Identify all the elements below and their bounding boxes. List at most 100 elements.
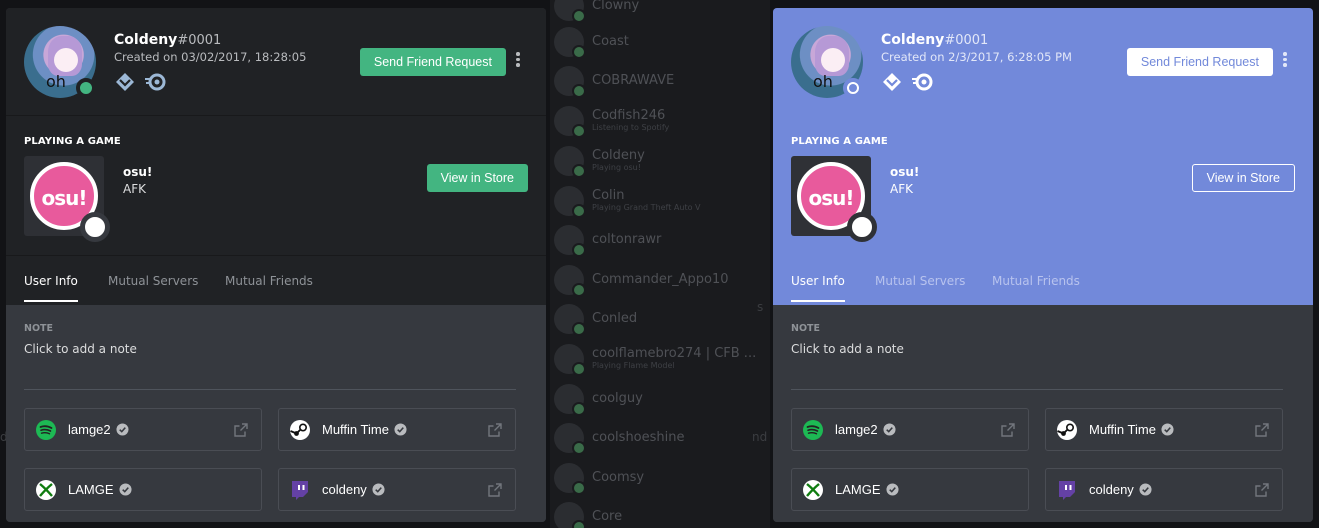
member-item: coolflamebro274 | CFB ... Playing Flame M… xyxy=(550,339,770,379)
connection-name: Muffin Time xyxy=(322,422,389,437)
avatar xyxy=(554,106,586,138)
member-name: coltonrawr xyxy=(592,231,662,247)
divider xyxy=(791,389,1283,390)
username: Coldeny#0001 xyxy=(881,32,988,48)
external-link-icon[interactable] xyxy=(1001,423,1015,437)
member-name: Codfish246 xyxy=(592,108,666,124)
tab-mutual-friends[interactable]: Mutual Friends xyxy=(992,274,1080,300)
profile-body: NOTE Click to add a note lamge2 Muffin T… xyxy=(773,305,1313,522)
game-state: AFK xyxy=(890,182,913,196)
avatar xyxy=(554,265,586,297)
external-link-icon[interactable] xyxy=(1255,423,1269,437)
spotify-icon xyxy=(802,419,824,441)
profile-top-section: oh Coldeny#0001 Created on 2/3/2017, 6:2… xyxy=(773,8,1313,116)
external-link-icon[interactable] xyxy=(488,423,502,437)
avatar xyxy=(554,304,586,336)
nitro-badge-icon[interactable] xyxy=(911,71,933,93)
member-activity: Playing Flame Model xyxy=(592,360,675,370)
more-options-icon[interactable] xyxy=(510,52,526,72)
discriminator: #0001 xyxy=(177,33,222,48)
tab-mutual-friends[interactable]: Mutual Friends xyxy=(225,274,313,300)
verified-check-icon xyxy=(1139,483,1152,496)
external-link-icon[interactable] xyxy=(234,423,248,437)
view-in-store-button[interactable]: View in Store xyxy=(426,164,528,192)
hypesquad-badge-icon[interactable] xyxy=(114,71,136,93)
tab-mutual-servers[interactable]: Mutual Servers xyxy=(875,274,965,300)
profile-tab-bar: User Info Mutual Servers Mutual Friends xyxy=(773,256,1313,305)
account-created-date: Created on 03/02/2017, 18:28:05 xyxy=(114,50,307,64)
member-name: Colin xyxy=(592,188,625,204)
connection-steam[interactable]: Muffin Time xyxy=(278,408,516,451)
connection-twitch[interactable]: coldeny xyxy=(1045,468,1283,511)
username: Coldeny#0001 xyxy=(114,32,221,48)
account-created-date: Created on 2/3/2017, 6:28:05 PM xyxy=(881,50,1072,64)
connection-name: lamge2 xyxy=(835,422,878,437)
tab-user-info[interactable]: User Info xyxy=(24,274,78,302)
divider xyxy=(24,389,516,390)
tab-mutual-servers[interactable]: Mutual Servers xyxy=(108,274,198,300)
status-indicator xyxy=(843,78,863,98)
more-options-icon[interactable] xyxy=(1277,52,1293,72)
username-text: Coldeny xyxy=(114,32,178,48)
member-name: Clowny xyxy=(592,0,640,13)
member-item: COBRAWAVE xyxy=(550,61,770,101)
note-label: NOTE xyxy=(24,323,53,334)
nitro-badge-icon[interactable] xyxy=(144,71,166,93)
avatar xyxy=(554,27,586,59)
send-friend-request-button[interactable]: Send Friend Request xyxy=(1126,48,1273,76)
member-name: COBRAWAVE xyxy=(592,72,675,88)
game-state: AFK xyxy=(123,182,146,196)
member-item: Codfish246 Listening to Spotify xyxy=(550,101,770,141)
avatar xyxy=(554,502,586,528)
send-friend-request-button[interactable]: Send Friend Request xyxy=(359,48,506,76)
note-input[interactable]: Click to add a note xyxy=(791,342,904,356)
username-text: Coldeny xyxy=(881,32,945,48)
member-activity: Playing osu! xyxy=(592,162,641,172)
verified-check-icon xyxy=(116,423,129,436)
connection-spotify[interactable]: lamge2 xyxy=(791,408,1029,451)
avatar xyxy=(554,384,586,416)
member-item: Commander_Appo10 xyxy=(550,260,770,300)
spotify-icon xyxy=(35,419,57,441)
external-link-icon[interactable] xyxy=(1255,483,1269,497)
member-item: Core xyxy=(550,497,770,528)
avatar xyxy=(554,186,586,218)
member-item: coltonrawr xyxy=(550,220,770,260)
member-item: Coomsy xyxy=(550,458,770,498)
profile-header: oh Coldeny#0001 Created on 2/3/2017, 6:2… xyxy=(773,8,1313,305)
tab-user-info[interactable]: User Info xyxy=(791,274,845,302)
avatar-caption: oh xyxy=(46,72,66,91)
verified-check-icon xyxy=(1161,423,1174,436)
view-in-store-button[interactable]: View in Store xyxy=(1191,164,1295,192)
note-input[interactable]: Click to add a note xyxy=(24,342,137,356)
note-label: NOTE xyxy=(791,323,820,334)
connection-name: coldeny xyxy=(322,482,367,497)
verified-check-icon xyxy=(372,483,385,496)
profile-body: NOTE Click to add a note lamge2 Muffin T… xyxy=(6,305,546,522)
profile-header: oh Coldeny#0001 Created on 03/02/2017, 1… xyxy=(6,8,546,305)
avatar-caption: oh xyxy=(813,72,833,91)
external-link-icon[interactable] xyxy=(488,483,502,497)
verified-check-icon xyxy=(118,483,132,496)
connection-name: LAMGE xyxy=(68,482,114,497)
member-item: Coldeny Playing osu! xyxy=(550,141,770,181)
connection-name: lamge2 xyxy=(68,422,111,437)
online-status-indicator xyxy=(76,78,96,98)
game-name: osu! xyxy=(890,165,920,179)
verified-check-icon xyxy=(883,423,896,436)
member-item: Coast xyxy=(550,22,770,62)
connection-xbox[interactable]: LAMGE xyxy=(24,468,262,511)
twitch-icon xyxy=(289,479,311,501)
game-status-indicator xyxy=(80,212,110,242)
hypesquad-badge-icon[interactable] xyxy=(881,71,903,93)
connection-twitch[interactable]: coldeny xyxy=(278,468,516,511)
member-item: Conled xyxy=(550,299,770,339)
xbox-icon xyxy=(802,479,824,501)
activity-section: PLAYING A GAME osu! osu! AFK View in Sto… xyxy=(6,116,546,256)
connection-steam[interactable]: Muffin Time xyxy=(1045,408,1283,451)
connection-spotify[interactable]: lamge2 xyxy=(24,408,262,451)
avatar xyxy=(554,225,586,257)
connection-xbox[interactable]: LAMGE xyxy=(791,468,1029,511)
connection-name: Muffin Time xyxy=(1089,422,1156,437)
activity-label: PLAYING A GAME xyxy=(24,136,121,147)
